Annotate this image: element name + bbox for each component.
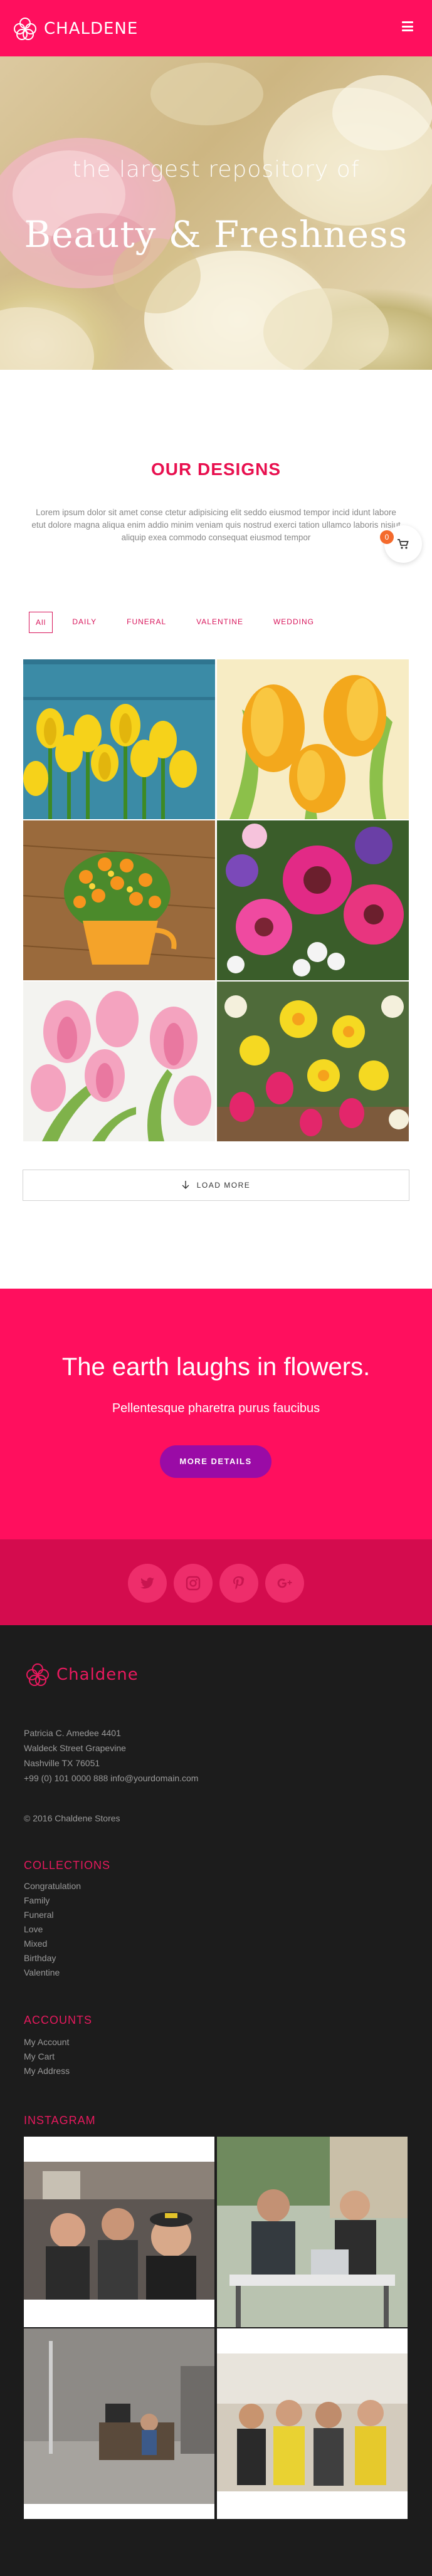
brand-logo[interactable]: CHALDENE [11,15,138,43]
hero-banner: the largest repository of Beauty & Fresh… [0,56,432,370]
arrow-down-icon [182,1181,189,1189]
hero-title: Beauty & Freshness [24,213,408,256]
filter-valentine[interactable]: VALENTINE [187,612,253,633]
accounts-heading: ACCOUNTS [24,2014,93,2026]
footer-brand-logo[interactable]: Chaldene [24,1661,139,1689]
pinterest-icon [233,1576,245,1589]
account-link[interactable]: My Cart [24,2050,70,2064]
collection-link[interactable]: Birthday [24,1951,81,1966]
gallery-item-pink-tulips[interactable] [23,982,215,1141]
flower-logo-icon [26,1663,49,1686]
collections-list: Congratulation Family Funeral Love Mixed… [24,1879,81,1980]
instagram-photo[interactable] [24,2328,214,2519]
copyright: © 2016 Chaldene Stores [24,1813,120,1823]
site-header: CHALDENE [0,0,432,56]
collection-link[interactable]: Congratulation [24,1879,81,1893]
cart-count-badge: 0 [380,530,394,544]
hero-subtitle: the largest repository of [72,157,360,182]
filter-all[interactable]: All [29,612,53,633]
gallery-item-mixed-bouquet[interactable] [217,982,409,1141]
twitter-link[interactable] [128,1564,167,1603]
quote-title: The earth laughs in flowers. [61,1353,371,1381]
quote-banner: The earth laughs in flowers. Pellentesqu… [0,1289,432,1539]
gallery-item-yellow-tulips[interactable] [23,659,215,819]
collection-link[interactable]: Family [24,1893,81,1908]
filter-daily[interactable]: DAILY [63,612,106,633]
accounts-list: My Account My Cart My Address [24,2035,70,2078]
collection-link[interactable]: Funeral [24,1908,81,1922]
filter-funeral[interactable]: FUNERAL [117,612,176,633]
instagram-heading: INSTAGRAM [24,2114,96,2127]
pinterest-link[interactable] [219,1564,258,1603]
instagram-icon [186,1576,201,1591]
gallery-item-orange-tulips[interactable] [217,659,409,819]
twitter-icon [140,1577,154,1589]
instagram-link[interactable] [174,1564,213,1603]
gallery-item-pink-gerberas[interactable] [217,820,409,980]
filter-wedding[interactable]: WEDDING [264,612,324,633]
instagram-photo[interactable] [217,2328,408,2519]
brand-name: CHALDENE [44,19,139,38]
collection-link[interactable]: Love [24,1922,81,1937]
more-details-button[interactable]: MORE DETAILS [160,1445,271,1478]
cart-icon [398,539,409,549]
load-more-button[interactable]: LOAD MORE [23,1170,409,1201]
portfolio-filters: All DAILY FUNERAL VALENTINE WEDDING [29,612,335,633]
collection-link[interactable]: Mixed [24,1937,81,1951]
address-line: Patricia C. Amedee 4401 [24,1728,121,1738]
collection-link[interactable]: Valentine [24,1966,81,1980]
section-title-designs: OUR DESIGNS [150,459,282,479]
social-bar [0,1539,432,1625]
contact-line: +99 (0) 101 0000 888 info@yourdomain.com [24,1773,199,1783]
account-link[interactable]: My Address [24,2064,70,2078]
collections-heading: COLLECTIONS [24,1859,111,1872]
flower-logo-icon [14,18,36,40]
designs-description: Lorem ipsum dolor sit amet conse ctetur … [31,508,401,542]
account-link[interactable]: My Account [24,2035,70,2050]
hamburger-menu-icon[interactable] [402,21,413,31]
footer-brand-name: Chaldene [56,1665,139,1684]
gallery-item-potted-flowers[interactable] [23,820,215,980]
footer-address: Patricia C. Amedee 4401 Waldeck Street G… [24,1725,198,1786]
address-line: Waldeck Street Grapevine [24,1743,126,1753]
load-more-label: LOAD MORE [196,1181,251,1190]
quote-subtitle: Pellentesque pharetra purus faucibus [112,1401,320,1415]
site-footer: Chaldene Patricia C. Amedee 4401 Waldeck… [0,1625,432,2576]
instagram-photo[interactable] [24,2137,214,2327]
instagram-photo[interactable] [217,2137,408,2327]
google-plus-link[interactable] [265,1564,304,1603]
google-plus-icon [277,1578,292,1588]
designs-gallery [23,659,409,1141]
address-line: Nashville TX 76051 [24,1758,100,1768]
